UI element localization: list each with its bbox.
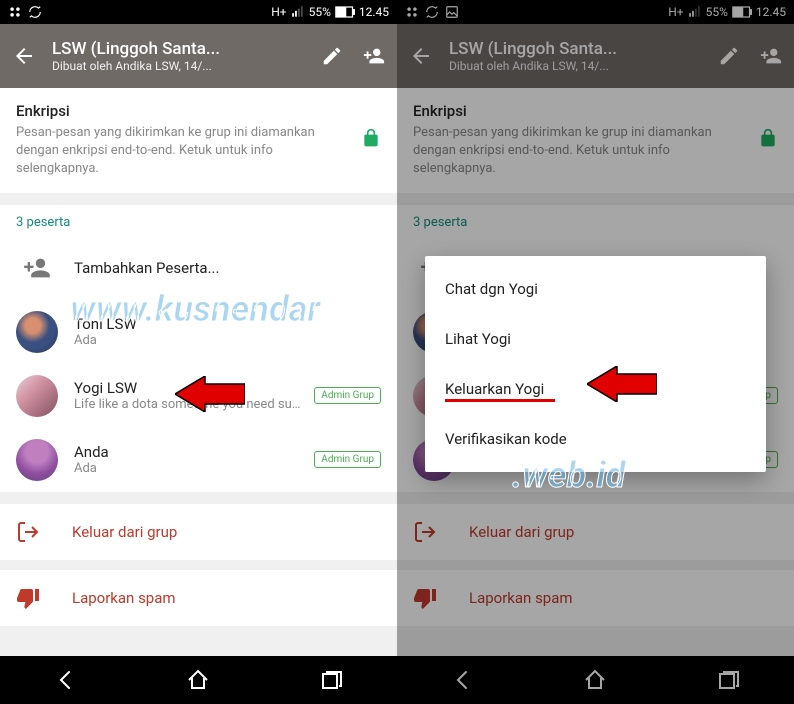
menu-chat[interactable]: Chat dgn Yogi (425, 264, 766, 314)
red-arrow (587, 366, 657, 402)
nav-back-icon[interactable] (54, 668, 78, 692)
network-label: H+ (271, 5, 286, 19)
signal-icon (291, 5, 305, 19)
encryption-title: Enkripsi (16, 102, 381, 120)
bbm-icon (8, 5, 22, 19)
header: LSW (Linggoh Santa... Dibuat oleh Andika… (0, 24, 397, 88)
avatar (16, 439, 58, 481)
add-participant-label: Tambahkan Peserta... (74, 259, 381, 277)
encryption-body: Pesan-pesan yang dikirimkan ke grup ini … (16, 124, 381, 179)
leave-label: Keluar dari grup (72, 523, 177, 541)
member-status: Ada (74, 333, 381, 348)
battery-pct: 55% (309, 5, 331, 19)
back-icon[interactable] (12, 44, 36, 68)
sync-icon (28, 5, 42, 19)
report-spam-row[interactable]: Laporkan spam (0, 570, 397, 626)
avatar (16, 311, 58, 353)
group-title: LSW (Linggoh Santa... (52, 39, 321, 59)
context-menu: Chat dgn Yogi Lihat Yogi Keluarkan Yogi … (425, 256, 766, 472)
exit-icon (16, 520, 40, 544)
member-list: Tambahkan Peserta... Toni LSW Ada Yogi L… (0, 236, 397, 492)
lock-icon (361, 128, 381, 148)
phone-right: H+ 55% 12.45 LSW (Linggoh Santa... Dibua… (397, 0, 794, 704)
highlight-underline (445, 399, 555, 402)
menu-verify[interactable]: Verifikasikan kode (425, 414, 766, 464)
admin-badge: Admin Grup (314, 387, 381, 404)
add-icon (16, 247, 58, 289)
edit-icon[interactable] (321, 45, 343, 67)
member-name: Anda (74, 443, 306, 461)
add-participant-row[interactable]: Tambahkan Peserta... (0, 236, 397, 300)
encryption-section[interactable]: Enkripsi Pesan-pesan yang dikirimkan ke … (0, 88, 397, 193)
member-row-toni[interactable]: Toni LSW Ada (0, 300, 397, 364)
nav-recent-icon[interactable] (319, 668, 343, 692)
nav-home-icon[interactable] (186, 668, 210, 692)
menu-view[interactable]: Lihat Yogi (425, 314, 766, 364)
leave-group-row[interactable]: Keluar dari grup (0, 504, 397, 560)
thumbs-down-icon (16, 586, 40, 610)
member-row-anda[interactable]: Anda Ada Admin Grup (0, 428, 397, 492)
battery-icon (335, 6, 355, 18)
admin-badge: Admin Grup (314, 451, 381, 468)
member-status: Ada (74, 461, 306, 476)
group-subtitle: Dibuat oleh Andika LSW, 14/... (52, 59, 321, 73)
avatar (16, 375, 58, 417)
red-arrow (175, 376, 245, 412)
peserta-count: 3 peserta (0, 205, 397, 236)
member-name: Toni LSW (74, 315, 381, 333)
clock-label: 12.45 (359, 5, 389, 19)
statusbar: H+ 55% 12.45 (0, 0, 397, 24)
spam-label: Laporkan spam (72, 589, 176, 607)
add-person-icon[interactable] (363, 45, 385, 67)
header-text[interactable]: LSW (Linggoh Santa... Dibuat oleh Andika… (52, 39, 321, 73)
navbar (0, 656, 397, 704)
phone-left: H+ 55% 12.45 LSW (Linggoh Santa... Dibua… (0, 0, 397, 704)
